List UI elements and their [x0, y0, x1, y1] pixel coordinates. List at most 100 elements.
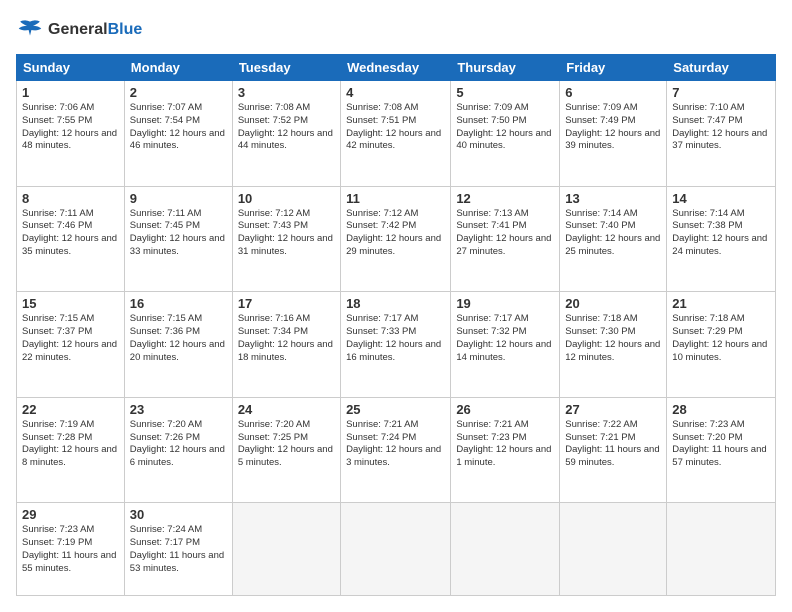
calendar-cell: 28 Sunrise: 7:23 AMSunset: 7:20 PMDayligh…	[667, 397, 776, 503]
calendar-cell: 26 Sunrise: 7:21 AMSunset: 7:23 PMDayligh…	[451, 397, 560, 503]
day-number: 28	[672, 402, 770, 417]
calendar-cell: 14Sunrise: 7:14 AMSunset: 7:38 PMDayligh…	[667, 186, 776, 292]
day-number: 19	[456, 296, 554, 311]
page: GeneralBlue SundayMondayTuesdayWednesday…	[0, 0, 792, 612]
calendar-cell	[667, 503, 776, 596]
day-info: Sunrise: 7:23 AMSunset: 7:20 PMDaylight:…	[672, 419, 770, 470]
day-number: 2	[130, 85, 227, 100]
day-info: Sunrise: 7:17 AMSunset: 7:33 PMDaylight:…	[346, 313, 445, 364]
day-info: Sunrise: 7:21 AMSunset: 7:24 PMDaylight:…	[346, 419, 445, 470]
day-number: 30	[130, 507, 227, 522]
day-info: Sunrise: 7:20 AMSunset: 7:26 PMDaylight:…	[130, 419, 227, 470]
calendar-cell: 1 Sunrise: 7:06 AMSunset: 7:55 PMDaylight…	[17, 81, 125, 187]
weekday-header-wednesday: Wednesday	[341, 55, 451, 81]
logo-text: GeneralBlue	[48, 21, 142, 39]
calendar-week-3: 15 Sunrise: 7:15 AMSunset: 7:37 PMDayligh…	[17, 292, 776, 398]
calendar-cell: 6Sunrise: 7:09 AMSunset: 7:49 PMDaylight…	[560, 81, 667, 187]
day-number: 20	[565, 296, 661, 311]
day-number: 22	[22, 402, 119, 417]
day-number: 27	[565, 402, 661, 417]
calendar-cell: 25 Sunrise: 7:21 AMSunset: 7:24 PMDayligh…	[341, 397, 451, 503]
calendar-cell: 13 Sunrise: 7:14 AMSunset: 7:40 PMDayligh…	[560, 186, 667, 292]
calendar-cell: 2 Sunrise: 7:07 AMSunset: 7:54 PMDaylight…	[124, 81, 232, 187]
calendar-cell: 5 Sunrise: 7:09 AMSunset: 7:50 PMDaylight…	[451, 81, 560, 187]
day-info: Sunrise: 7:16 AMSunset: 7:34 PMDaylight:…	[238, 313, 335, 364]
day-number: 24	[238, 402, 335, 417]
calendar-cell: 30Sunrise: 7:24 AMSunset: 7:17 PMDayligh…	[124, 503, 232, 596]
weekday-header-tuesday: Tuesday	[232, 55, 340, 81]
day-number: 9	[130, 191, 227, 206]
day-info: Sunrise: 7:14 AMSunset: 7:40 PMDaylight:…	[565, 208, 661, 259]
weekday-header-monday: Monday	[124, 55, 232, 81]
day-info: Sunrise: 7:08 AMSunset: 7:52 PMDaylight:…	[238, 102, 335, 153]
calendar-cell: 15 Sunrise: 7:15 AMSunset: 7:37 PMDayligh…	[17, 292, 125, 398]
day-number: 21	[672, 296, 770, 311]
day-info: Sunrise: 7:21 AMSunset: 7:23 PMDaylight:…	[456, 419, 554, 470]
day-info: Sunrise: 7:08 AMSunset: 7:51 PMDaylight:…	[346, 102, 445, 153]
day-info: Sunrise: 7:11 AMSunset: 7:45 PMDaylight:…	[130, 208, 227, 259]
day-number: 18	[346, 296, 445, 311]
day-info: Sunrise: 7:09 AMSunset: 7:49 PMDaylight:…	[565, 102, 661, 153]
header: GeneralBlue	[16, 16, 776, 44]
calendar-cell: 19 Sunrise: 7:17 AMSunset: 7:32 PMDayligh…	[451, 292, 560, 398]
logo: GeneralBlue	[16, 16, 142, 44]
calendar-cell	[451, 503, 560, 596]
calendar-cell	[341, 503, 451, 596]
day-number: 11	[346, 191, 445, 206]
calendar-cell	[232, 503, 340, 596]
day-info: Sunrise: 7:14 AMSunset: 7:38 PMDaylight:…	[672, 208, 770, 259]
calendar-cell	[560, 503, 667, 596]
calendar-week-5: 29Sunrise: 7:23 AMSunset: 7:19 PMDayligh…	[17, 503, 776, 596]
day-info: Sunrise: 7:10 AMSunset: 7:47 PMDaylight:…	[672, 102, 770, 153]
weekday-header-thursday: Thursday	[451, 55, 560, 81]
day-number: 17	[238, 296, 335, 311]
day-info: Sunrise: 7:22 AMSunset: 7:21 PMDaylight:…	[565, 419, 661, 470]
calendar-cell: 8Sunrise: 7:11 AMSunset: 7:46 PMDaylight…	[17, 186, 125, 292]
day-number: 13	[565, 191, 661, 206]
day-number: 4	[346, 85, 445, 100]
day-info: Sunrise: 7:18 AMSunset: 7:30 PMDaylight:…	[565, 313, 661, 364]
day-number: 7	[672, 85, 770, 100]
day-number: 12	[456, 191, 554, 206]
day-number: 23	[130, 402, 227, 417]
day-info: Sunrise: 7:15 AMSunset: 7:36 PMDaylight:…	[130, 313, 227, 364]
day-number: 15	[22, 296, 119, 311]
day-info: Sunrise: 7:06 AMSunset: 7:55 PMDaylight:…	[22, 102, 119, 153]
calendar-cell: 27 Sunrise: 7:22 AMSunset: 7:21 PMDayligh…	[560, 397, 667, 503]
day-number: 5	[456, 85, 554, 100]
calendar-cell: 11 Sunrise: 7:12 AMSunset: 7:42 PMDayligh…	[341, 186, 451, 292]
day-info: Sunrise: 7:17 AMSunset: 7:32 PMDaylight:…	[456, 313, 554, 364]
day-number: 3	[238, 85, 335, 100]
calendar-cell: 24 Sunrise: 7:20 AMSunset: 7:25 PMDayligh…	[232, 397, 340, 503]
day-info: Sunrise: 7:20 AMSunset: 7:25 PMDaylight:…	[238, 419, 335, 470]
day-number: 26	[456, 402, 554, 417]
day-number: 16	[130, 296, 227, 311]
day-info: Sunrise: 7:12 AMSunset: 7:42 PMDaylight:…	[346, 208, 445, 259]
calendar-cell: 23 Sunrise: 7:20 AMSunset: 7:26 PMDayligh…	[124, 397, 232, 503]
day-info: Sunrise: 7:09 AMSunset: 7:50 PMDaylight:…	[456, 102, 554, 153]
day-info: Sunrise: 7:18 AMSunset: 7:29 PMDaylight:…	[672, 313, 770, 364]
calendar-cell: 3 Sunrise: 7:08 AMSunset: 7:52 PMDaylight…	[232, 81, 340, 187]
calendar-week-2: 8Sunrise: 7:11 AMSunset: 7:46 PMDaylight…	[17, 186, 776, 292]
day-number: 8	[22, 191, 119, 206]
day-info: Sunrise: 7:15 AMSunset: 7:37 PMDaylight:…	[22, 313, 119, 364]
day-info: Sunrise: 7:12 AMSunset: 7:43 PMDaylight:…	[238, 208, 335, 259]
day-info: Sunrise: 7:07 AMSunset: 7:54 PMDaylight:…	[130, 102, 227, 153]
day-info: Sunrise: 7:13 AMSunset: 7:41 PMDaylight:…	[456, 208, 554, 259]
day-number: 25	[346, 402, 445, 417]
weekday-header-friday: Friday	[560, 55, 667, 81]
calendar-cell: 10 Sunrise: 7:12 AMSunset: 7:43 PMDayligh…	[232, 186, 340, 292]
calendar-cell: 4 Sunrise: 7:08 AMSunset: 7:51 PMDaylight…	[341, 81, 451, 187]
logo-bird-icon	[16, 16, 44, 44]
calendar-cell: 29Sunrise: 7:23 AMSunset: 7:19 PMDayligh…	[17, 503, 125, 596]
calendar-cell: 16 Sunrise: 7:15 AMSunset: 7:36 PMDayligh…	[124, 292, 232, 398]
day-number: 1	[22, 85, 119, 100]
calendar-cell: 9 Sunrise: 7:11 AMSunset: 7:45 PMDaylight…	[124, 186, 232, 292]
day-info: Sunrise: 7:19 AMSunset: 7:28 PMDaylight:…	[22, 419, 119, 470]
calendar-cell: 7 Sunrise: 7:10 AMSunset: 7:47 PMDaylight…	[667, 81, 776, 187]
day-info: Sunrise: 7:23 AMSunset: 7:19 PMDaylight:…	[22, 524, 119, 575]
calendar-table: SundayMondayTuesdayWednesdayThursdayFrid…	[16, 54, 776, 596]
calendar-cell: 20 Sunrise: 7:18 AMSunset: 7:30 PMDayligh…	[560, 292, 667, 398]
day-number: 10	[238, 191, 335, 206]
weekday-header-sunday: Sunday	[17, 55, 125, 81]
